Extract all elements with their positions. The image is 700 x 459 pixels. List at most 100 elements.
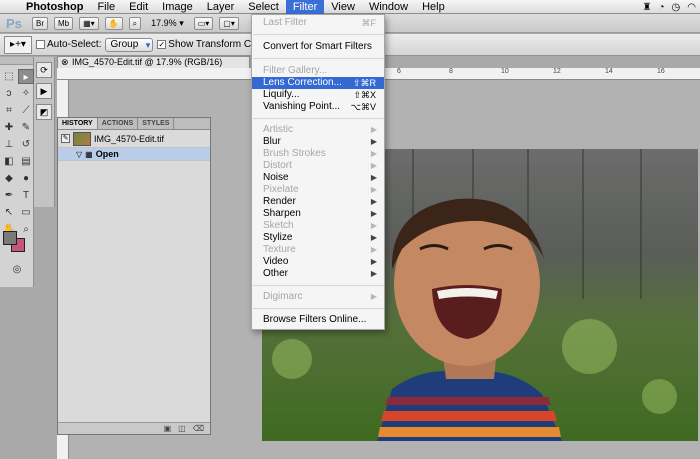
path-select-tool-icon[interactable]: ↖: [1, 205, 17, 220]
snapshot-source-icon[interactable]: ✎: [61, 134, 70, 143]
tool-preset-picker[interactable]: ▸+▾: [4, 35, 32, 54]
menu-item-artistic[interactable]: Artistic ▶: [252, 124, 384, 136]
bridge-icon[interactable]: Br: [32, 16, 48, 30]
zoom-tool-icon-2[interactable]: ⌕: [18, 222, 34, 237]
tab-styles[interactable]: STYLES: [138, 118, 175, 129]
stylize-label: Stylize: [263, 232, 293, 243]
vanishing-point-label: Vanishing Point...: [263, 101, 341, 112]
menu-item-sharpen[interactable]: Sharpen ▶: [252, 208, 384, 220]
menu-item-sketch[interactable]: Sketch ▶: [252, 220, 384, 232]
menu-edit[interactable]: Edit: [122, 0, 155, 14]
menu-item-digimarc[interactable]: Digimarc ▶: [252, 291, 384, 303]
menu-image[interactable]: Image: [155, 0, 200, 14]
menu-item-browse-filters-online[interactable]: Browse Filters Online...: [252, 314, 384, 326]
menu-view[interactable]: View: [324, 0, 362, 14]
menu-item-other[interactable]: Other ▶: [252, 268, 384, 280]
blur-tool-icon[interactable]: ◆: [1, 171, 17, 186]
tools-grip[interactable]: [0, 57, 33, 65]
gradient-tool-icon[interactable]: ▤: [18, 154, 34, 169]
menu-layer[interactable]: Layer: [200, 0, 242, 14]
trophy-icon[interactable]: ♜: [643, 2, 652, 13]
menu-window[interactable]: Window: [362, 0, 415, 14]
history-state-label: Open: [95, 149, 119, 159]
crop-tool-icon[interactable]: ⌗: [1, 103, 17, 118]
close-document-icon[interactable]: ⊗: [61, 57, 69, 68]
menu-item-blur[interactable]: Blur ▶: [252, 136, 384, 148]
auto-select-check-icon: [36, 39, 45, 49]
mini-bridge-icon[interactable]: Mb: [54, 16, 74, 30]
submenu-arrow-icon: ▶: [370, 197, 377, 206]
menu-item-filter-gallery[interactable]: Filter Gallery...: [252, 65, 384, 77]
new-document-from-state-icon[interactable]: ▣: [164, 423, 172, 434]
document-tab[interactable]: ⊗ IMG_4570-Edit.tif @ 17.9% (RGB/16): [57, 56, 250, 68]
menu-item-liquify[interactable]: Liquify... ⇧⌘X: [252, 89, 384, 101]
menu-file[interactable]: File: [90, 0, 122, 14]
system-tray: ♜ ◔ ◷ ◠: [643, 0, 696, 14]
eyedropper-tool-icon[interactable]: ⟋: [18, 103, 34, 118]
menu-filter[interactable]: Filter: [285, 0, 325, 14]
quick-select-tool-icon[interactable]: ✧: [18, 86, 34, 101]
eraser-tool-icon[interactable]: ◧: [1, 154, 17, 169]
menu-item-last-filter[interactable]: Last Filter ⌘F: [252, 17, 384, 29]
pen-tool-icon[interactable]: ✒: [1, 188, 17, 203]
history-panel-icon[interactable]: ⟳: [36, 62, 52, 78]
hand-tool-icon[interactable]: ✋: [104, 16, 123, 30]
zoom-tool-icon[interactable]: ⌕: [128, 16, 142, 30]
brush-tool-icon[interactable]: ✎: [18, 120, 34, 135]
menu-item-stylize[interactable]: Stylize ▶: [252, 232, 384, 244]
styles-panel-icon[interactable]: ◩: [36, 104, 52, 120]
document-title: IMG_4570-Edit.tif @ 17.9% (RGB/16): [72, 57, 223, 67]
menu-item-lens-correction[interactable]: Lens Correction... ⇧⌘R: [252, 77, 384, 89]
last-filter-label: Last Filter: [263, 17, 307, 28]
ruler-mark: 10: [501, 68, 509, 75]
menu-item-noise[interactable]: Noise ▶: [252, 172, 384, 184]
zoom-level[interactable]: 17.9% ▾: [147, 17, 188, 30]
marquee-tool-icon[interactable]: ⬚: [1, 69, 17, 84]
menu-help[interactable]: Help: [415, 0, 452, 14]
menu-app-name[interactable]: Photoshop: [24, 0, 90, 14]
menu-item-texture[interactable]: Texture ▶: [252, 244, 384, 256]
menu-separator: [253, 285, 384, 286]
liquify-shortcut: ⇧⌘X: [353, 90, 376, 100]
tab-history[interactable]: HISTORY: [58, 118, 98, 129]
grid-icon[interactable]: ▦▾: [79, 16, 99, 30]
menu-item-vanishing-point[interactable]: Vanishing Point... ⌥⌘V: [252, 101, 384, 113]
foreground-color-swatch[interactable]: [3, 231, 17, 245]
type-tool-icon[interactable]: T: [18, 188, 34, 203]
screen-mode-icon[interactable]: ▢▾: [219, 16, 239, 30]
clock-icon[interactable]: ◷: [672, 2, 681, 13]
submenu-arrow-icon: ▶: [370, 209, 377, 218]
lens-correction-label: Lens Correction...: [263, 77, 342, 88]
auto-select-checkbox[interactable]: Auto-Select:: [36, 39, 101, 50]
sync-icon[interactable]: ◔: [658, 2, 664, 13]
wifi-icon[interactable]: ◠: [687, 2, 696, 13]
history-state-row[interactable]: ▽ ▦ Open: [58, 148, 210, 161]
sharpen-label: Sharpen: [263, 208, 301, 219]
move-tool-icon[interactable]: ▸: [18, 69, 34, 84]
menu-select[interactable]: Select: [241, 0, 286, 14]
menu-item-video[interactable]: Video ▶: [252, 256, 384, 268]
healing-brush-tool-icon[interactable]: ✚: [1, 120, 17, 135]
history-snapshot-row[interactable]: ✎ IMG_4570-Edit.tif: [58, 130, 210, 148]
submenu-arrow-icon: ▶: [370, 245, 377, 254]
auto-select-dropdown[interactable]: Group: [105, 37, 154, 52]
digimarc-label: Digimarc: [263, 291, 303, 302]
menu-item-brush-strokes[interactable]: Brush Strokes ▶: [252, 148, 384, 160]
menu-item-render[interactable]: Render ▶: [252, 196, 384, 208]
menu-separator: [253, 118, 384, 119]
lasso-tool-icon[interactable]: ↄ: [1, 86, 17, 101]
dodge-tool-icon[interactable]: ●: [18, 171, 34, 186]
actions-panel-icon[interactable]: ▶: [36, 83, 52, 99]
menu-item-pixelate[interactable]: Pixelate ▶: [252, 184, 384, 196]
menu-item-convert-smart-filters[interactable]: Convert for Smart Filters: [252, 41, 384, 53]
quick-mask-icon[interactable]: ◎: [9, 262, 25, 277]
tab-actions[interactable]: ACTIONS: [98, 118, 139, 129]
create-snapshot-icon[interactable]: ◫: [178, 423, 186, 434]
history-brush-tool-icon[interactable]: ↺: [18, 137, 34, 152]
filter-menu-dropdown: Last Filter ⌘F Convert for Smart Filters…: [251, 14, 385, 330]
delete-state-icon[interactable]: ⌫: [193, 423, 204, 434]
menu-item-distort[interactable]: Distort ▶: [252, 160, 384, 172]
arrange-documents-icon[interactable]: ▭▾: [193, 16, 214, 30]
shape-tool-icon[interactable]: ▭: [18, 205, 34, 220]
clone-stamp-tool-icon[interactable]: ⊥: [1, 137, 17, 152]
